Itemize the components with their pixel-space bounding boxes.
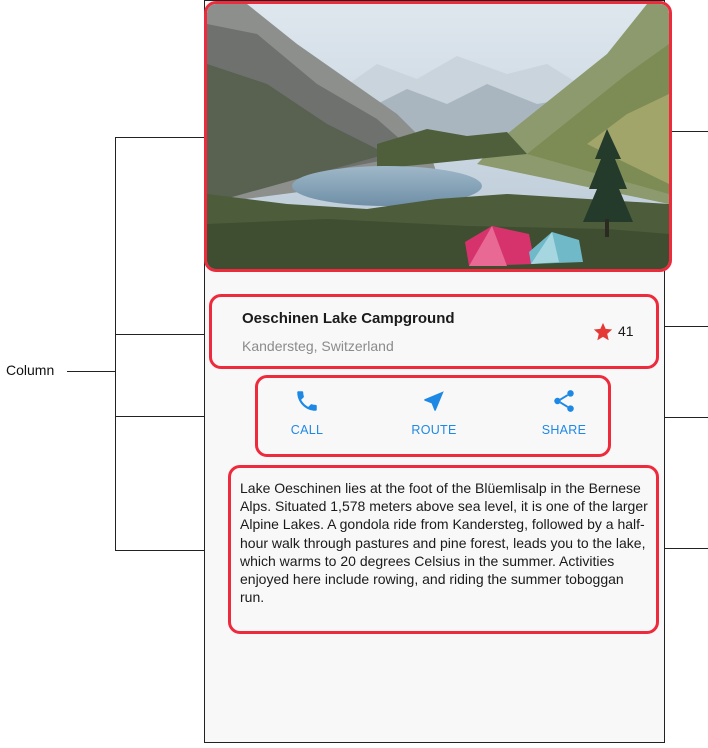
button-section: CALL ROUTE SHARE [255, 375, 611, 457]
bracket-line-photo [115, 137, 207, 138]
place-location: Kandersteg, Switzerland [242, 338, 394, 354]
call-button[interactable]: CALL [267, 388, 347, 437]
column-label: Column [6, 362, 55, 378]
bracket-line-title [115, 334, 211, 335]
call-label: CALL [290, 423, 324, 437]
share-label: SHARE [541, 423, 587, 437]
star-icon[interactable] [592, 321, 614, 343]
star-count: 41 [618, 323, 634, 339]
place-title: Oeschinen Lake Campground [242, 310, 455, 327]
column-bracket [115, 137, 116, 550]
route-button[interactable]: ROUTE [394, 388, 474, 437]
lake-landscape-image [207, 4, 669, 269]
share-button[interactable]: SHARE [524, 388, 604, 437]
lake-photo [204, 1, 672, 272]
column-pointer-line [67, 371, 115, 372]
share-icon [554, 390, 574, 412]
right-line-title [659, 326, 708, 327]
right-line-description [659, 548, 708, 549]
title-section: Oeschinen Lake Campground Kandersteg, Sw… [209, 294, 659, 369]
navigation-icon [424, 391, 444, 411]
right-line-photo [672, 131, 708, 132]
route-label: ROUTE [411, 423, 457, 437]
phone-icon [297, 391, 317, 411]
description-section: Lake Oeschinen lies at the foot of the B… [228, 465, 659, 634]
description-text: Lake Oeschinen lies at the foot of the B… [240, 480, 648, 606]
